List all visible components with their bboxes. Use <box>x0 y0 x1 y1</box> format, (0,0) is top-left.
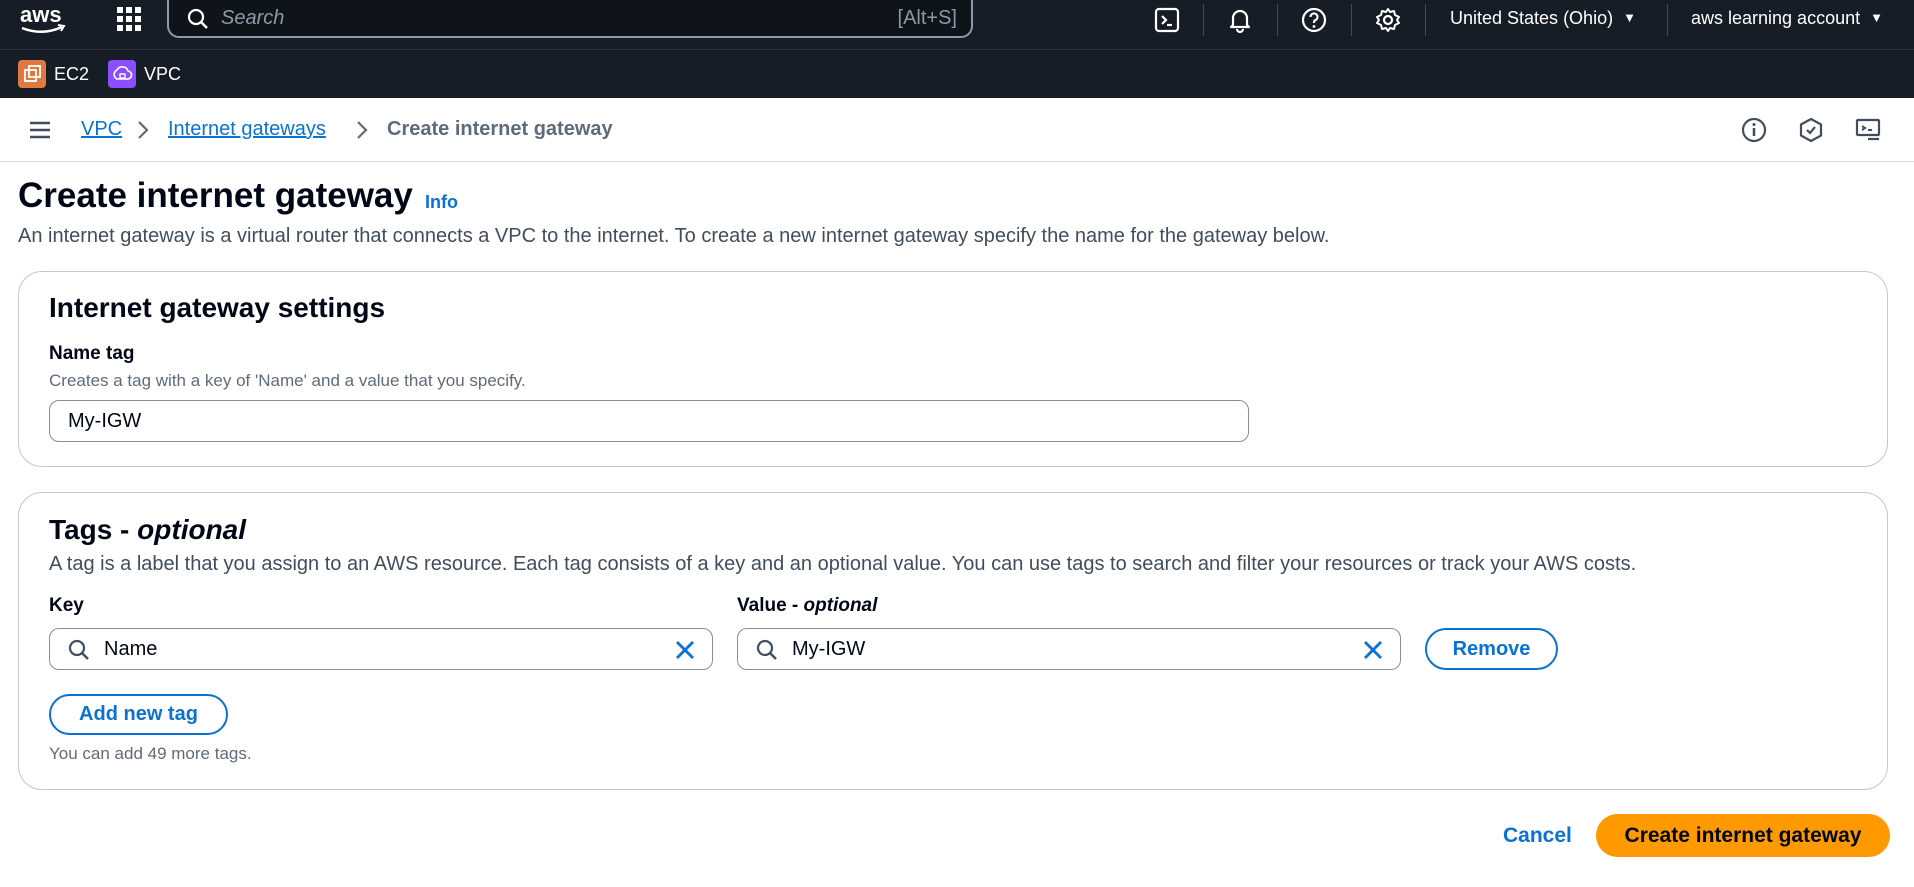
divider <box>1351 4 1352 36</box>
cancel-button[interactable]: Cancel <box>1503 824 1572 848</box>
region-selector[interactable]: United States (Ohio) ▼ <box>1450 8 1636 29</box>
page-title: Create internet gateway <box>18 176 413 215</box>
divider <box>1277 4 1278 36</box>
key-column-label: Key <box>49 595 84 616</box>
internet-gateway-settings-panel: Internet gateway settings Name tag Creat… <box>18 271 1888 467</box>
breadcrumb-current: Create internet gateway <box>387 118 613 140</box>
name-tag-label: Name tag <box>49 343 135 364</box>
gear-icon[interactable] <box>1374 6 1402 34</box>
add-new-tag-button[interactable]: Add new tag <box>49 694 228 735</box>
settings-heading: Internet gateway settings <box>49 292 386 323</box>
chevron-right-icon <box>138 121 149 139</box>
feedback-screen-icon[interactable] <box>1855 117 1881 143</box>
breadcrumb-internet-gateways[interactable]: Internet gateways <box>168 118 326 141</box>
chevron-right-icon <box>357 121 368 139</box>
vpc-icon <box>108 60 136 88</box>
divider <box>1425 4 1426 36</box>
cloudshell-icon[interactable] <box>1153 6 1181 34</box>
clear-icon[interactable] <box>672 637 698 663</box>
tags-remaining-hint: You can add 49 more tags. <box>49 744 252 763</box>
divider <box>1667 4 1668 36</box>
remove-tag-button[interactable]: Remove <box>1425 628 1558 670</box>
service-label: VPC <box>144 63 182 84</box>
search-input[interactable]: Search [Alt+S] <box>167 0 973 38</box>
apps-grid-icon[interactable] <box>116 6 142 32</box>
help-icon[interactable] <box>1300 6 1328 34</box>
caret-down-icon: ▼ <box>1623 10 1636 25</box>
tag-key-input[interactable]: Name <box>49 628 713 670</box>
service-favorites-bar: EC2 VPC <box>0 50 1914 98</box>
service-ec2[interactable]: EC2 <box>18 60 89 88</box>
service-label: EC2 <box>54 63 90 84</box>
breadcrumb-vpc[interactable]: VPC <box>81 118 122 141</box>
info-link[interactable]: Info <box>425 192 458 213</box>
region-label: United States (Ohio) <box>1450 8 1614 28</box>
account-menu[interactable]: aws learning account ▼ <box>1691 8 1883 29</box>
value-column-label: Value - optional <box>737 595 878 616</box>
search-icon <box>68 639 89 660</box>
menu-icon[interactable] <box>28 118 52 142</box>
caret-down-icon: ▼ <box>1870 10 1883 25</box>
search-shortcut: [Alt+S] <box>897 7 957 29</box>
name-tag-description: Creates a tag with a key of 'Name' and a… <box>49 371 526 390</box>
svg-text:aws: aws <box>20 2 62 27</box>
tags-description: A tag is a label that you assign to an A… <box>49 553 1637 575</box>
bell-icon[interactable] <box>1226 6 1254 34</box>
name-tag-input[interactable]: My-IGW <box>49 400 1249 442</box>
tags-heading: Tags - optional <box>49 514 247 545</box>
tag-value-value: My-IGW <box>792 638 866 660</box>
divider <box>1203 4 1204 36</box>
name-tag-value: My-IGW <box>68 410 142 432</box>
security-hexagon-icon[interactable] <box>1798 117 1824 143</box>
ec2-icon <box>18 60 46 88</box>
top-navigation: aws Search [Alt+S] United States (Ohio) … <box>0 0 1914 50</box>
account-label: aws learning account <box>1691 8 1861 28</box>
tag-key-value: Name <box>104 638 158 660</box>
aws-logo[interactable]: aws <box>18 0 70 38</box>
page-description: An internet gateway is a virtual router … <box>18 225 1330 247</box>
service-vpc[interactable]: VPC <box>108 60 181 88</box>
search-icon <box>756 639 777 660</box>
search-placeholder: Search <box>221 7 285 29</box>
search-icon <box>187 8 208 29</box>
create-internet-gateway-button[interactable]: Create internet gateway <box>1596 814 1890 857</box>
breadcrumb-bar: VPC Internet gateways Create internet ga… <box>0 99 1914 162</box>
clear-icon[interactable] <box>1360 637 1386 663</box>
tag-value-input[interactable]: My-IGW <box>737 628 1401 670</box>
info-panel-icon[interactable] <box>1741 117 1767 143</box>
tags-panel: Tags - optional A tag is a label that yo… <box>18 492 1888 790</box>
